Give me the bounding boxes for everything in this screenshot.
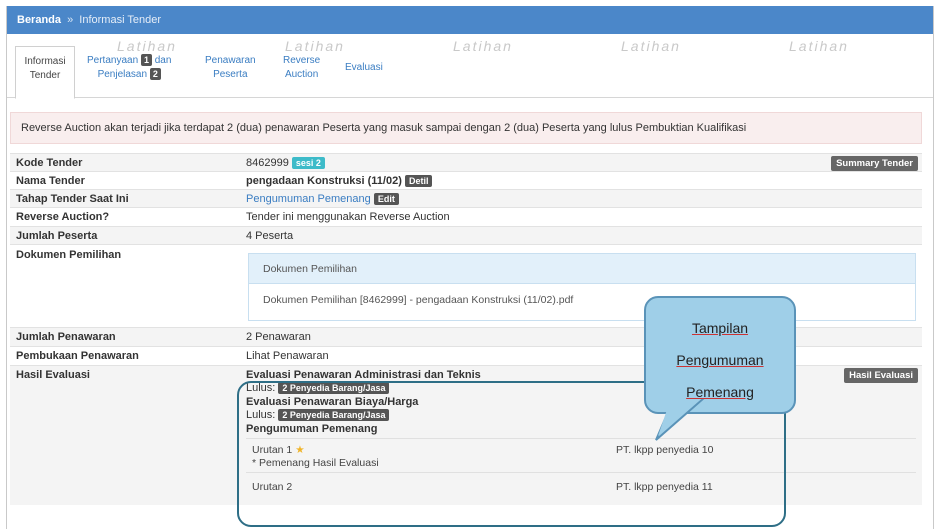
row-jumlah-peserta: Jumlah Peserta 4 Peserta xyxy=(10,226,922,244)
tab-label: Informasi xyxy=(24,56,66,67)
row-nama-tender: Nama Tender pengadaan Konstruksi (11/02)… xyxy=(10,171,922,189)
dokumen-panel-heading: Dokumen Pemilihan xyxy=(249,254,915,284)
summary-tender-button[interactable]: Summary Tender xyxy=(831,156,918,171)
row-tahap-tender: Tahap Tender Saat Ini Pengumuman Pemenan… xyxy=(10,189,922,207)
watermark-text: Latihan xyxy=(285,38,345,54)
tab-bar: Latihan Latihan Latihan Latihan Latihan … xyxy=(7,34,933,99)
jumlah-penawaran-label: Jumlah Penawaran xyxy=(16,331,116,343)
kode-tender-label: Kode Tender xyxy=(16,157,83,169)
jumlah-peserta-label: Jumlah Peserta xyxy=(16,230,98,242)
tab-penawaran-peserta[interactable]: Penawaran Peserta xyxy=(205,54,256,82)
nama-tender-label: Nama Tender xyxy=(16,175,85,187)
breadcrumb: Beranda » Informasi Tender xyxy=(7,6,933,34)
watermark-text: Latihan xyxy=(789,38,849,54)
dokumen-panel: Dokumen Pemilihan Dokumen Pemilihan [846… xyxy=(248,253,916,321)
hasil-evaluasi-button[interactable]: Hasil Evaluasi xyxy=(844,368,918,383)
edit-button[interactable]: Edit xyxy=(373,193,399,205)
tab-label: Penjelasan xyxy=(97,69,148,80)
reverse-auction-label: Reverse Auction? xyxy=(16,211,110,223)
tahap-tender-link[interactable]: Pengumuman Pemenang xyxy=(246,193,371,205)
tab-label: Evaluasi xyxy=(345,62,383,73)
tab-label: Penawaran xyxy=(205,55,256,66)
breadcrumb-home-link[interactable]: Beranda xyxy=(17,14,61,26)
kode-tender-value: 8462999 xyxy=(246,157,289,169)
jumlah-peserta-value: 4 Peserta xyxy=(246,230,294,242)
callout-line: Pengumuman xyxy=(676,352,764,368)
dokumen-pemilihan-label: Dokumen Pemilihan xyxy=(16,249,122,261)
row-reverse-auction: Reverse Auction? Tender ini menggunakan … xyxy=(10,207,922,226)
tab-informasi-tender[interactable]: Informasi Tender xyxy=(15,46,75,99)
tab-label: Tender xyxy=(29,70,61,81)
tab-label: Pertanyaan xyxy=(87,55,139,66)
callout-line: Tampilan xyxy=(691,320,749,336)
tab-pertanyaan-penjelasan[interactable]: Pertanyaan 1 dan Penjelasan 2 xyxy=(87,54,171,82)
sesi-badge: sesi 2 xyxy=(291,157,325,169)
reverse-auction-alert: Reverse Auction akan terjadi jika terdap… xyxy=(10,112,922,144)
tab-evaluasi[interactable]: Evaluasi xyxy=(345,61,383,75)
watermark-text: Latihan xyxy=(621,38,681,54)
tab-label: Auction xyxy=(284,69,319,80)
callout-bubble: Tampilan Pengumuman Pemenang xyxy=(644,296,796,441)
row-kode-tender: Kode Tender 8462999 sesi 2 Summary Tende… xyxy=(10,153,922,171)
question-count-badge: 1 xyxy=(140,54,152,66)
callout-tail-icon xyxy=(655,398,706,441)
tab-label: Reverse xyxy=(283,55,321,66)
nama-tender-value: pengadaan Konstruksi (11/02) xyxy=(246,175,402,187)
breadcrumb-separator: » xyxy=(67,14,74,26)
watermark-text: Latihan xyxy=(453,38,513,54)
pembukaan-penawaran-label: Pembukaan Penawaran xyxy=(16,350,139,362)
breadcrumb-current: Informasi Tender xyxy=(79,14,162,26)
tab-reverse-auction[interactable]: Reverse Auction xyxy=(283,54,320,82)
lihat-penawaran-link[interactable]: Lihat Penawaran xyxy=(246,350,329,362)
tab-label: Peserta xyxy=(213,69,248,80)
admin-eval-title: Evaluasi Penawaran Administrasi dan Tekn… xyxy=(246,369,481,381)
explanation-count-badge: 2 xyxy=(149,68,161,80)
tab-label: dan xyxy=(154,55,172,66)
alert-text: Reverse Auction akan terjadi jika terdap… xyxy=(21,122,747,134)
reverse-auction-value: Tender ini menggunakan Reverse Auction xyxy=(246,211,450,223)
hasil-evaluasi-label: Hasil Evaluasi xyxy=(16,369,90,381)
jumlah-penawaran-value: 2 Penawaran xyxy=(246,331,311,343)
dokumen-file-link[interactable]: Dokumen Pemilihan [8462999] - pengadaan … xyxy=(263,294,573,306)
callout-line: Pemenang xyxy=(686,384,754,400)
watermark-text: Latihan xyxy=(117,38,177,54)
detil-button[interactable]: Detil xyxy=(404,175,433,187)
tahap-tender-label: Tahap Tender Saat Ini xyxy=(16,193,129,205)
